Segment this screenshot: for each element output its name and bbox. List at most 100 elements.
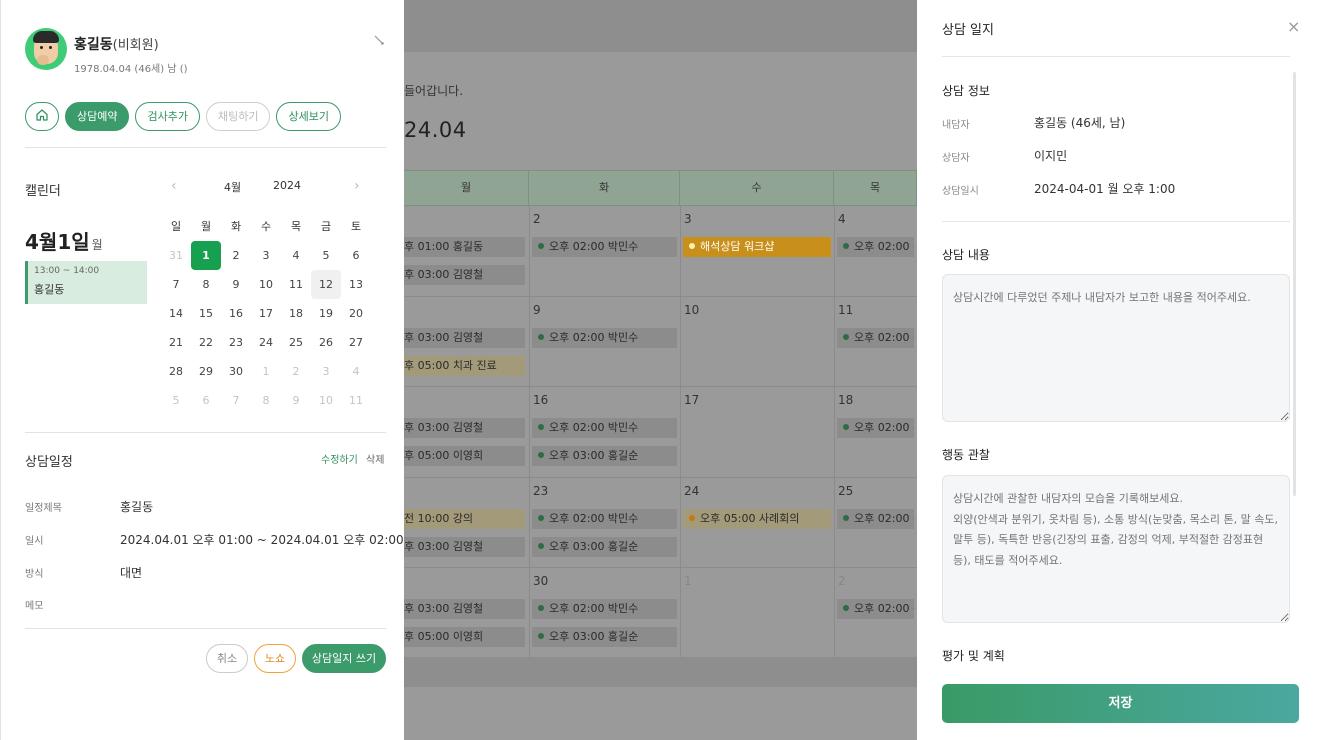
calendar-day[interactable]: 4 [281, 241, 311, 270]
calendar-day[interactable]: 1 [191, 241, 221, 270]
calendar-event[interactable]: 오후 02:00 김 [837, 327, 914, 348]
calendar-day[interactable]: 31 [161, 241, 191, 270]
calendar-event[interactable]: 오후 02:00 박민수 [532, 599, 677, 620]
behavior-textarea[interactable] [942, 475, 1290, 623]
calendar-event[interactable]: 오후 05:00 사례회의 [683, 508, 831, 529]
calendar-day[interactable]: 6 [191, 386, 221, 415]
day-number[interactable]: 9 [533, 303, 541, 317]
calendar-event[interactable]: 오후 02:00 박민수 [532, 418, 677, 439]
pencil-icon[interactable] [373, 34, 385, 46]
calendar-event[interactable]: 해석상담 워크샵 [683, 237, 831, 257]
day-number[interactable]: 18 [838, 393, 853, 407]
calendar-day[interactable]: 13 [341, 270, 371, 299]
calendar-day[interactable]: 11 [341, 386, 371, 415]
calendar-day[interactable]: 7 [161, 270, 191, 299]
day-number[interactable]: 30 [533, 574, 548, 588]
booking-button[interactable]: 상담예약 [65, 102, 130, 131]
day-number[interactable]: 1 [684, 574, 692, 588]
calendar-event[interactable]: 후 03:00 김영철 [404, 327, 525, 348]
calendar-event[interactable]: 후 05:00 치과 진료 [404, 355, 525, 376]
calendar-day[interactable]: 22 [191, 328, 221, 357]
day-number[interactable]: 24 [684, 484, 699, 498]
calendar-event[interactable]: 후 03:00 김영철 [404, 536, 525, 557]
chat-button[interactable]: 채팅하기 [205, 102, 271, 131]
calendar-day[interactable]: 10 [311, 386, 341, 415]
calendar-day[interactable]: 19 [311, 299, 341, 328]
calendar-day[interactable]: 12 [311, 270, 341, 299]
day-number[interactable]: 3 [684, 212, 692, 226]
home-button[interactable] [25, 102, 59, 131]
calendar-day[interactable]: 27 [341, 328, 371, 357]
calendar-day[interactable]: 1 [251, 357, 281, 386]
calendar-day[interactable]: 16 [221, 299, 251, 328]
calendar-event[interactable]: 오후 02:00 박민수 [532, 508, 677, 529]
cancel-button[interactable]: 취소 [206, 644, 248, 673]
calendar-day[interactable]: 2 [221, 241, 251, 270]
calendar-day[interactable]: 20 [341, 299, 371, 328]
calendar-day[interactable]: 17 [251, 299, 281, 328]
day-number[interactable]: 4 [838, 212, 846, 226]
calendar-day[interactable]: 6 [341, 241, 371, 270]
calendar-day[interactable]: 7 [221, 386, 251, 415]
calendar-event[interactable]: 오후 02:00 김 [837, 418, 914, 439]
schedule-edit-link[interactable]: 수정하기 [321, 451, 358, 466]
calendar-event[interactable]: 오후 02:00 김 [837, 508, 914, 529]
scrollbar[interactable] [1293, 72, 1296, 496]
calendar-event[interactable]: 후 03:00 김영철 [404, 599, 525, 620]
calendar-day[interactable]: 8 [191, 270, 221, 299]
day-number[interactable]: 23 [533, 484, 548, 498]
calendar-day[interactable]: 28 [161, 357, 191, 386]
calendar-event[interactable]: 오후 02:00 박민수 [532, 327, 677, 348]
calendar-day[interactable]: 24 [251, 328, 281, 357]
calendar-day[interactable]: 29 [191, 357, 221, 386]
write-log-button[interactable]: 상담일지 쓰기 [302, 644, 386, 673]
calendar-event[interactable]: 전 10:00 강의 [404, 508, 525, 529]
calendar-event[interactable]: 후 03:00 김영철 [404, 265, 525, 285]
day-event-card[interactable]: 13:00 ~ 14:00 홍길동 [25, 261, 147, 304]
close-icon[interactable]: × [1287, 17, 1300, 36]
schedule-delete-link[interactable]: 삭제 [366, 451, 384, 466]
day-number[interactable]: 25 [838, 484, 853, 498]
calendar-day[interactable]: 10 [251, 270, 281, 299]
day-number[interactable]: 17 [684, 393, 699, 407]
calendar-event[interactable]: 오후 03:00 홍길순 [532, 536, 677, 557]
calendar-day[interactable]: 11 [281, 270, 311, 299]
noshow-button[interactable]: 노쇼 [254, 644, 296, 673]
calendar-event[interactable]: 후 01:00 홍길동 [404, 237, 525, 257]
calendar-day[interactable]: 23 [221, 328, 251, 357]
calendar-day[interactable]: 30 [221, 357, 251, 386]
calendar-day[interactable]: 4 [341, 357, 371, 386]
calendar-day[interactable]: 8 [251, 386, 281, 415]
content-textarea[interactable] [942, 274, 1290, 422]
calendar-event[interactable]: 오후 02:00 김 [837, 599, 914, 620]
calendar-day[interactable]: 2 [281, 357, 311, 386]
prev-month-icon[interactable]: ‹ [171, 178, 177, 194]
day-number[interactable]: 2 [533, 212, 541, 226]
calendar-event[interactable]: 후 03:00 김영철 [404, 418, 525, 439]
calendar-event[interactable]: 오후 03:00 홍길순 [532, 446, 677, 467]
day-number[interactable]: 10 [684, 303, 699, 317]
calendar-day[interactable]: 9 [281, 386, 311, 415]
calendar-day[interactable]: 5 [311, 241, 341, 270]
add-test-button[interactable]: 검사추가 [135, 102, 200, 131]
calendar-day[interactable]: 21 [161, 328, 191, 357]
calendar-day[interactable]: 26 [311, 328, 341, 357]
calendar-day[interactable]: 18 [281, 299, 311, 328]
day-number[interactable]: 2 [838, 574, 846, 588]
calendar-day[interactable]: 5 [161, 386, 191, 415]
calendar-event[interactable]: 오후 02:00 김 [837, 237, 914, 257]
calendar-day[interactable]: 15 [191, 299, 221, 328]
detail-button[interactable]: 상세보기 [276, 102, 341, 131]
calendar-day[interactable]: 9 [221, 270, 251, 299]
calendar-day[interactable]: 3 [311, 357, 341, 386]
calendar-day[interactable]: 3 [251, 241, 281, 270]
calendar-event[interactable]: 후 05:00 이영희 [404, 627, 525, 648]
save-button[interactable]: 저장 [942, 684, 1299, 723]
calendar-event[interactable]: 오후 03:00 홍길순 [532, 627, 677, 648]
day-number[interactable]: 11 [838, 303, 853, 317]
calendar-event[interactable]: 후 05:00 이영희 [404, 446, 525, 467]
next-month-icon[interactable]: › [354, 178, 360, 194]
calendar-day[interactable]: 25 [281, 328, 311, 357]
calendar-event[interactable]: 오후 02:00 박민수 [532, 237, 677, 257]
day-number[interactable]: 16 [533, 393, 548, 407]
